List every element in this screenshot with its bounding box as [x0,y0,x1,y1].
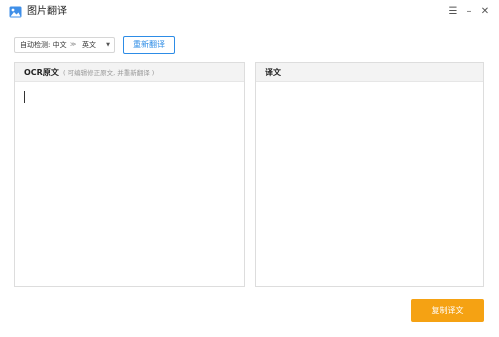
language-select[interactable]: 自动检测: 中文 ≫ 英文 ▼ [14,37,115,53]
target-panel-title: 译文 [265,68,281,77]
chevron-down-icon: ▼ [106,42,110,48]
direction-arrows-icon: ≫ [70,41,77,48]
target-text-area[interactable] [257,83,482,285]
close-icon[interactable]: ✕ [478,4,492,20]
source-panel-header: OCR原文 ( 可编辑修正原文, 并重新翻译 ) [15,63,244,82]
minimize-icon[interactable]: – [462,4,476,20]
source-panel-title: OCR原文 [24,68,59,77]
title-bar: 图片翻译 ☰ – ✕ [0,0,499,26]
source-panel-hint: ( 可编辑修正原文, 并重新翻译 ) [63,69,155,77]
copy-translation-button[interactable]: 复制译文 [411,299,484,322]
text-cursor [24,91,25,103]
source-text-editor[interactable] [16,83,243,285]
target-panel-header: 译文 [256,63,483,82]
source-language-label: 自动检测: 中文 [20,41,67,49]
target-language-label: 英文 [82,41,96,49]
target-panel: 译文 [255,62,484,287]
image-icon [9,6,22,18]
menu-icon[interactable]: ☰ [446,4,460,20]
source-panel: OCR原文 ( 可编辑修正原文, 并重新翻译 ) [14,62,245,287]
app-title: 图片翻译 [27,6,67,17]
retranslate-button[interactable]: 重新翻译 [123,36,175,54]
